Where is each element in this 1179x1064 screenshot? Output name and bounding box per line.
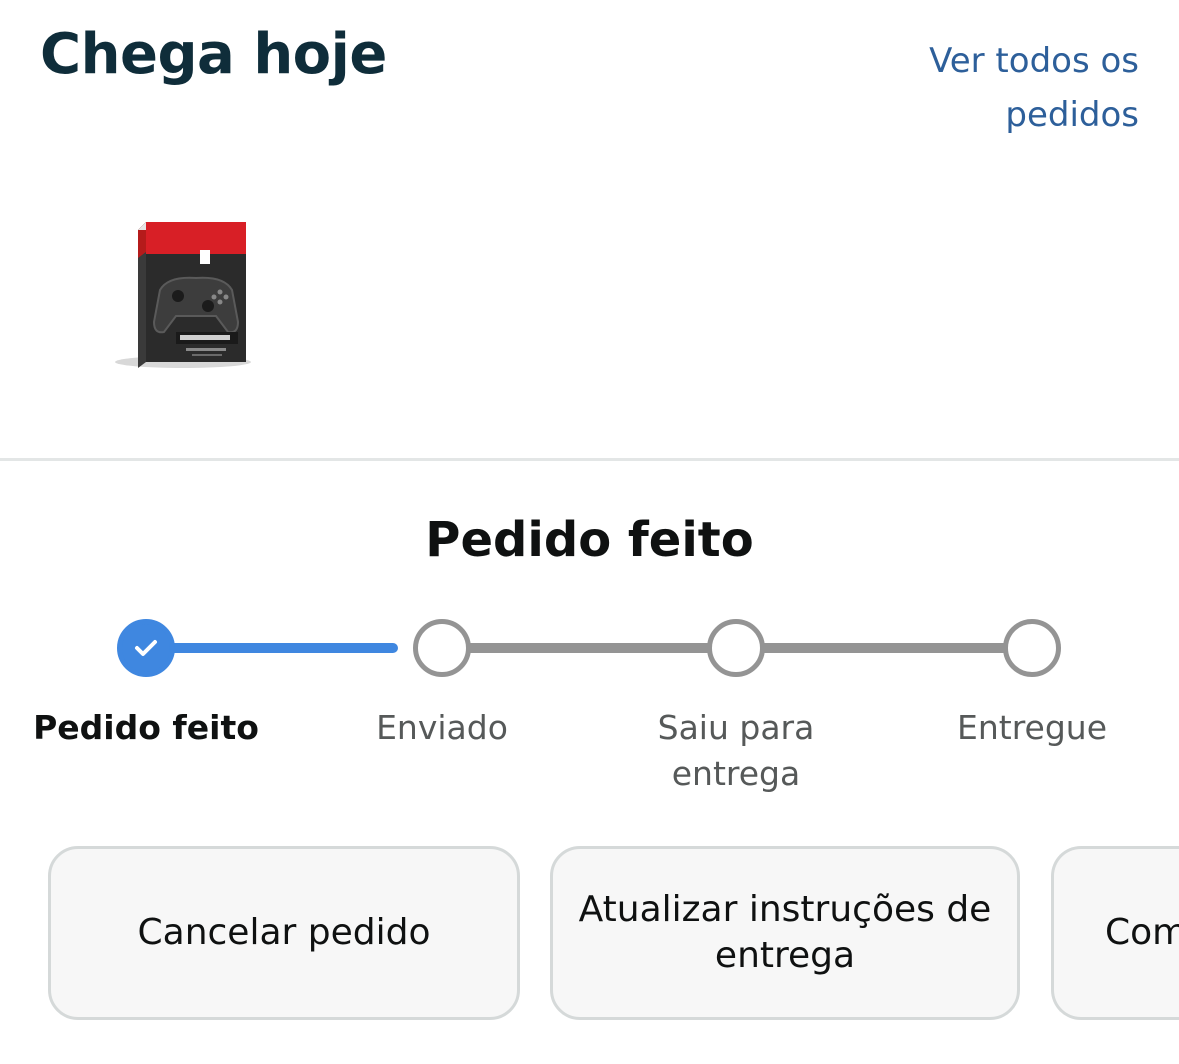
step-node-ordered: [117, 619, 175, 677]
step-label-out-for-delivery: Saiu para entrega: [657, 708, 815, 793]
view-all-orders-link[interactable]: Ver todos os pedidos: [859, 34, 1139, 142]
step-label-delivered: Entregue: [956, 708, 1107, 747]
delivery-status-title: Pedido feito: [425, 512, 754, 568]
cancel-order-label: Cancelar pedido: [137, 912, 431, 953]
order-tracking-page: Chega hoje Ver todos os pedidos Pedido f…: [0, 0, 1179, 1064]
game-controller-box-icon: [115, 222, 251, 368]
step-node-out-for-delivery: [707, 619, 765, 677]
step-node-shipped: [413, 619, 471, 677]
step-node-delivered: [1003, 619, 1061, 677]
progress-segment-1: [146, 643, 398, 653]
product-image[interactable]: [108, 212, 258, 377]
third-action-button[interactable]: Com: [1051, 846, 1179, 1020]
update-delivery-instructions-button[interactable]: Atualizar instruções de entrega: [550, 846, 1020, 1020]
progress-segment-2: [442, 643, 736, 653]
page-title: Chega hoje: [40, 22, 387, 87]
progress-segment-3: [736, 643, 1032, 653]
delivery-progress-tracker: [0, 600, 1179, 700]
section-divider: [0, 458, 1179, 461]
update-delivery-instructions-label: Atualizar instruções de entrega: [578, 889, 992, 976]
step-label-shipped: Enviado: [376, 708, 508, 747]
cancel-order-button[interactable]: Cancelar pedido: [48, 846, 520, 1020]
third-action-label: Com: [1105, 912, 1179, 953]
checkmark-icon: [135, 640, 157, 656]
step-label-ordered: Pedido feito: [33, 708, 259, 747]
